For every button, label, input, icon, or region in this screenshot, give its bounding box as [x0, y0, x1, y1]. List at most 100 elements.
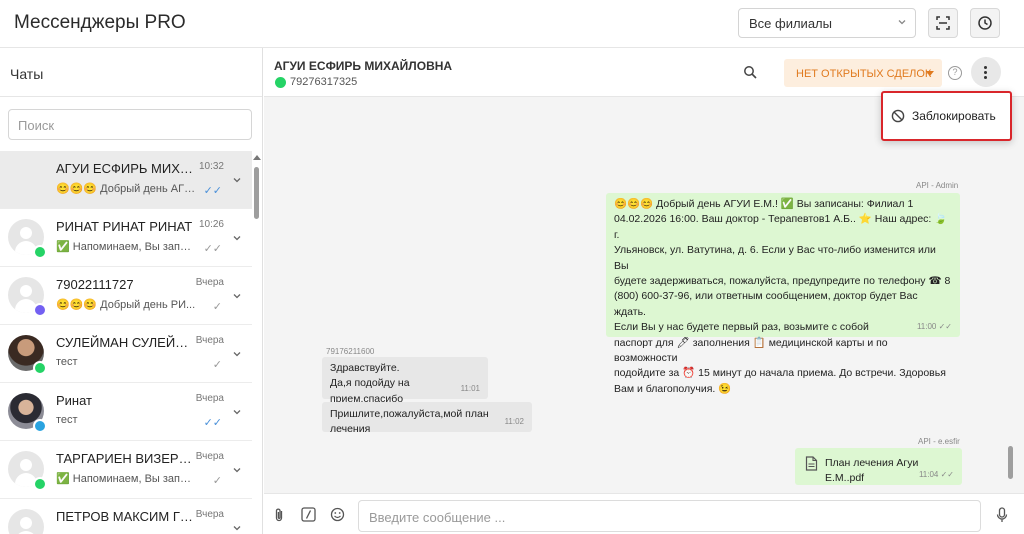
document-icon — [805, 456, 818, 471]
chat-list-item[interactable]: ПЕТРОВ МАКСИМ ГРИГ... Вчера — [0, 499, 252, 534]
chat-name: ПЕТРОВ МАКСИМ ГРИГ... — [56, 509, 196, 524]
chat-preview: ✅ Напоминаем, Вы запис... — [56, 473, 196, 485]
attach-icon[interactable] — [273, 507, 285, 523]
top-bar: Мессенджеры PRO Все филиалы — [0, 0, 1024, 48]
scroll-up-icon[interactable] — [253, 155, 261, 160]
message-line: Здравствуйте. — [330, 362, 400, 374]
chat-time: Вчера — [195, 335, 224, 346]
message-line: (800) 600-37-96, или ответным сообщением… — [614, 290, 918, 318]
chat-list-item[interactable]: АГУИ ЕСФИРЬ МИХАЙЛО... 10:32 😊😊😊 Добрый … — [0, 151, 252, 209]
chevron-down-icon[interactable] — [232, 349, 242, 359]
block-menu: Заблокировать — [881, 91, 1012, 141]
dot — [984, 76, 987, 79]
chat-list-item[interactable]: ТАРГАРИЕН ВИЗЕРИС Э... Вчера ✅ Напоминае… — [0, 441, 252, 499]
chevron-down-icon[interactable] — [232, 291, 242, 301]
microphone-icon[interactable] — [996, 507, 1008, 523]
chat-preview: 😊😊😊 Добрый день РИ... — [56, 299, 196, 311]
read-status-icon: ✓✓ — [203, 185, 222, 197]
chat-preview: 😊😊😊 Добрый день АГУИ ... — [56, 183, 196, 195]
chevron-down-icon[interactable] — [232, 465, 242, 475]
whatsapp-icon — [33, 245, 47, 259]
incoming-message[interactable]: Пришлите,пожалуйста,мой план лечения 11:… — [322, 402, 532, 435]
telegram-icon — [33, 419, 47, 433]
message-sender: API - e.esfir — [918, 437, 960, 446]
history-button[interactable] — [970, 8, 1000, 38]
chat-preview: тест — [56, 356, 78, 368]
contact-phone: 79276317325 — [290, 76, 358, 88]
message-time: 11:02 — [504, 416, 524, 426]
chat-list-item[interactable]: РИНАТ РИНАТ РИНАТ 10:26 ✅ Напоминаем, Вы… — [0, 209, 252, 267]
emoji-icon[interactable] — [330, 507, 345, 522]
message-line: паспорт для 🖊 заполнения 📋 медицинской к… — [614, 336, 888, 365]
chat-time: Вчера — [195, 451, 224, 462]
caret-down-icon — [926, 71, 934, 76]
chat-time: Вчера — [195, 393, 224, 404]
chat-list-item[interactable]: СУЛЕЙМАН СУЛЕЙМАН... Вчера тест ✓ — [0, 325, 252, 383]
message-sender: API - Admin — [916, 181, 959, 190]
chat-time: 10:26 — [198, 219, 224, 230]
chat-preview: ✅ Напоминаем, Вы запис... — [56, 241, 196, 253]
incoming-message[interactable]: Здравствуйте. Да,я подойду на прием,спас… — [322, 357, 488, 405]
chat-name: Ринат — [56, 393, 93, 408]
message-line: 04.02.2026 16:00. Ваш доктор - Терапевто… — [614, 213, 948, 241]
contact-name: АГУИ ЕСФИРЬ МИХАЙЛОВНА — [274, 59, 453, 73]
message-time: 11:01 — [460, 383, 480, 393]
outgoing-file-message[interactable]: План лечения Агуи Е.М..pdf 11:04 ✓✓ — [795, 448, 962, 485]
chat-name: СУЛЕЙМАН СУЛЕЙМАН... — [56, 335, 196, 350]
whatsapp-icon — [275, 77, 286, 88]
chat-list-scrollbar[interactable] — [253, 151, 261, 534]
dot — [984, 66, 987, 69]
viber-icon — [33, 303, 47, 317]
message-line: Если Вы у нас будете первый раз, возьмит… — [614, 321, 869, 334]
chat-time: 10:32 — [198, 161, 224, 172]
chat-list-item[interactable]: 79022111727 Вчера 😊😊😊 Добрый день РИ... … — [0, 267, 252, 325]
help-icon[interactable]: ? — [948, 66, 962, 80]
sent-status-icon: ✓ — [212, 301, 222, 313]
message-line: Пришлите,пожалуйста,мой план лечения — [330, 408, 489, 436]
dot — [984, 71, 987, 74]
chat-time: Вчера — [195, 277, 224, 288]
block-menu-item[interactable]: Заблокировать — [912, 109, 996, 123]
message-line: подойдите за ⏰ 15 минут до начала приема… — [614, 367, 946, 380]
clock-icon — [978, 16, 992, 30]
message-composer: Введите сообщение ... — [264, 493, 1024, 534]
avatar-placeholder — [8, 509, 44, 534]
chat-list: АГУИ ЕСФИРЬ МИХАЙЛО... 10:32 😊😊😊 Добрый … — [0, 151, 252, 534]
scrollbar-thumb[interactable] — [1008, 446, 1013, 479]
search-icon[interactable] — [743, 65, 757, 79]
message-time: 11:00 ✓✓ — [916, 321, 952, 331]
chat-name: ТАРГАРИЕН ВИЗЕРИС Э... — [56, 451, 196, 466]
message-sender: 79176211600 — [326, 347, 375, 356]
chat-name: РИНАТ РИНАТ РИНАТ — [56, 219, 193, 234]
outgoing-message[interactable]: 😊😊😊 Добрый день АГУИ Е.М.! ✅ Вы записаны… — [606, 193, 960, 395]
message-input[interactable]: Введите сообщение ... — [358, 500, 981, 532]
branch-select[interactable]: Все филиалы — [738, 8, 916, 38]
chats-panel: Чаты Поиск АГУИ ЕСФИРЬ МИХАЙЛО... 10:32 … — [0, 48, 263, 534]
search-input[interactable]: Поиск — [8, 109, 252, 140]
delivered-status-icon: ✓✓ — [203, 243, 222, 255]
messages-scrollbar[interactable] — [1008, 410, 1014, 480]
more-options-button[interactable] — [971, 57, 1001, 87]
message-line: Вам и благополучия. 😉 — [614, 382, 732, 395]
divider — [0, 96, 262, 97]
chevron-down-icon[interactable] — [232, 233, 242, 243]
chats-title: Чаты — [10, 66, 44, 82]
template-icon[interactable] — [301, 507, 316, 522]
read-status-icon: ✓✓ — [203, 417, 222, 429]
chevron-down-icon[interactable] — [232, 523, 242, 533]
scrollbar-thumb[interactable] — [254, 167, 259, 219]
whatsapp-icon — [33, 361, 47, 375]
message-time: 11:04 ✓✓ — [918, 469, 954, 479]
chat-list-item[interactable]: Ринат Вчера тест ✓✓ — [0, 383, 252, 441]
chat-name: 79022111727 — [56, 277, 134, 292]
chevron-down-icon[interactable] — [232, 407, 242, 417]
chat-header: АГУИ ЕСФИРЬ МИХАЙЛОВНА 79276317325 НЕТ О… — [264, 48, 1024, 97]
message-line: Ульяновск, ул. Ватутина, д. 6. Если у Ва… — [614, 244, 936, 272]
scan-button[interactable] — [928, 8, 958, 38]
chevron-down-icon[interactable] — [232, 175, 242, 185]
app-title: Мессенджеры PRO — [14, 12, 186, 33]
file-name-link[interactable]: План лечения Агуи Е.М..pdf — [825, 457, 918, 484]
messages-area: API - Admin 😊😊😊 Добрый день АГУИ Е.М.! ✅… — [264, 97, 1024, 493]
deals-button[interactable]: НЕТ ОТКРЫТЫХ СДЕЛОК — [784, 59, 942, 87]
chat-time: Вчера — [195, 509, 224, 520]
